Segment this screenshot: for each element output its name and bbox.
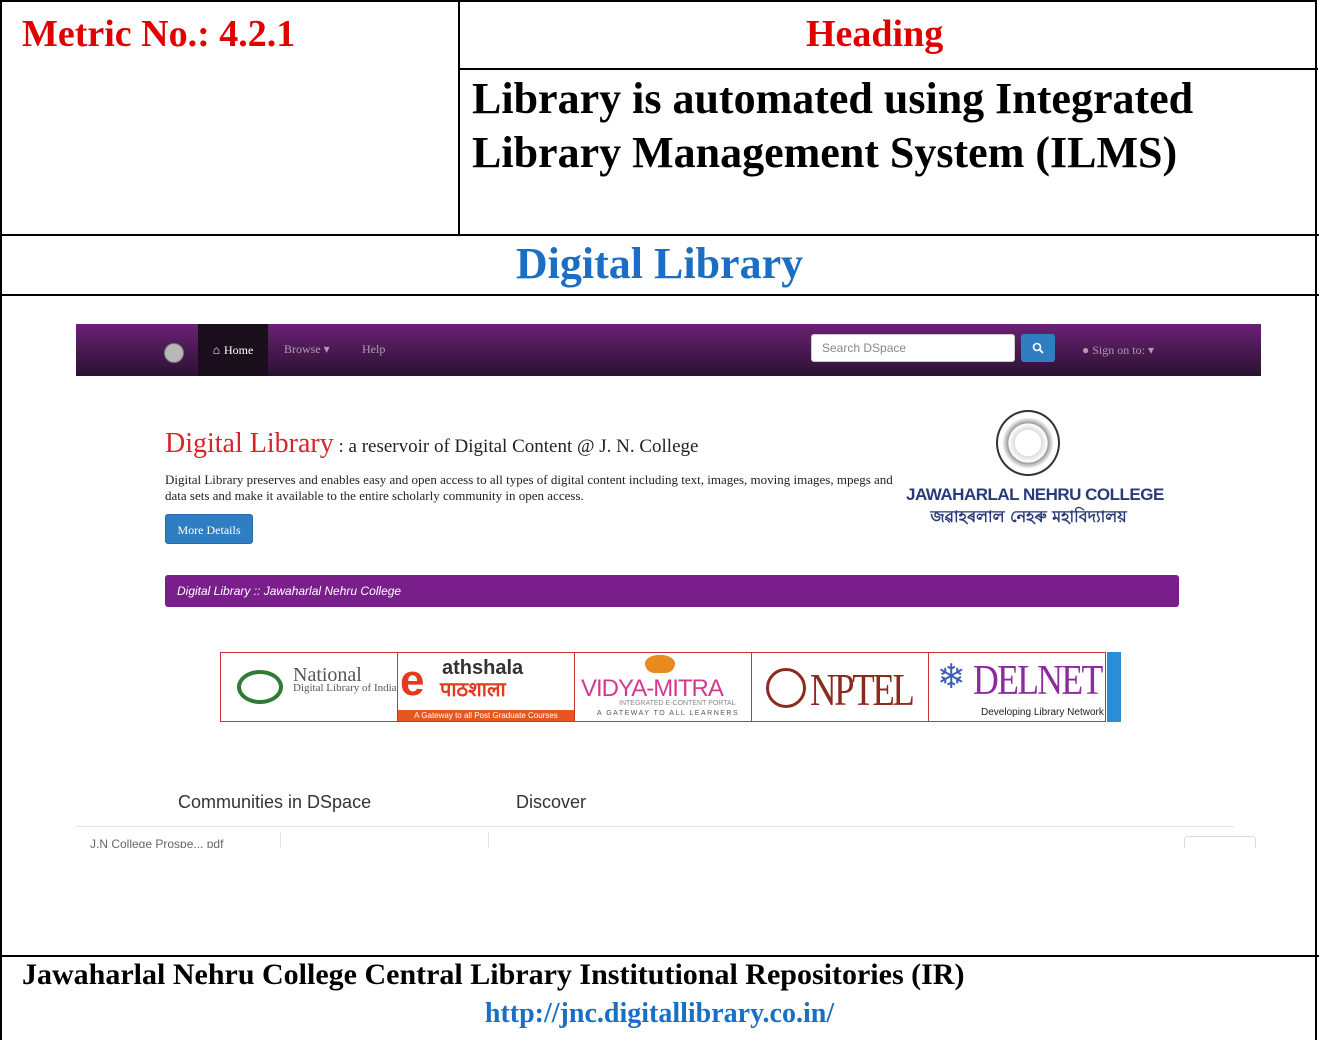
jumbotron-title-main: Digital Library — [165, 428, 334, 459]
delnet-banner[interactable]: ❄ DELNET Developing Library Network — [928, 652, 1106, 722]
vidya-mitra-name: VIDYA-MITRA — [581, 675, 724, 702]
section-divider — [76, 826, 1234, 827]
column-divider-left — [280, 832, 281, 848]
home-icon: ⌂ — [212, 342, 220, 357]
panel-button[interactable] — [1184, 836, 1256, 848]
heading-text: Library is automated using Integrated Li… — [472, 74, 1194, 177]
user-icon: ● — [1082, 343, 1090, 357]
jumbotron-title-sub: : a reservoir of Digital Content @ J. N.… — [333, 436, 699, 457]
section-title: Digital Library — [515, 239, 804, 288]
breadcrumb-bar: Digital Library :: Jawaharlal Nehru Coll… — [165, 575, 1179, 607]
communities-heading: Communities in DSpace — [178, 792, 372, 812]
footer-url[interactable]: http://jnc.digitallibrary.co.in/ — [0, 998, 1319, 1030]
ndl-name: National — [293, 664, 362, 686]
discover-heading: Discover — [516, 792, 587, 812]
column-divider — [458, 0, 460, 236]
website-screenshot: ⌂ Home Browse ▾ Help Search DSpace ● Sig… — [76, 318, 1261, 848]
nav-home-label: Home — [223, 342, 254, 357]
college-name-english: JAWAHARLAL NEHRU COLLEGE — [906, 485, 1164, 504]
search-input[interactable]: Search DSpace — [811, 334, 1015, 362]
epathshala-hindi: पाठशाला — [440, 677, 506, 701]
delnet-name: DELNET — [973, 658, 1103, 704]
metric-number: Metric No.: 4.2.1 — [22, 13, 296, 55]
chevron-down-icon: ▾ — [323, 342, 330, 356]
ndl-logo-icon — [237, 670, 283, 704]
nptel-banner[interactable]: NPTEL — [751, 652, 929, 722]
handshake-icon — [645, 655, 675, 673]
more-details-button[interactable]: More Details — [165, 514, 253, 544]
nav-home[interactable]: ⌂ Home — [198, 324, 268, 376]
ndl-banner[interactable]: National Digital Library of India — [220, 652, 398, 722]
navbar: ⌂ Home Browse ▾ Help Search DSpace ● Sig… — [76, 324, 1261, 376]
ndl-sub: Digital Library of India — [293, 682, 397, 694]
column-divider-right — [488, 832, 489, 848]
header-bottom-rule — [0, 234, 1319, 236]
nptel-name: NPTEL — [810, 664, 915, 715]
search-button[interactable] — [1021, 334, 1055, 362]
list-item[interactable]: J.N College Prospe... pdf — [90, 837, 223, 848]
college-seal-icon — [996, 410, 1060, 476]
search-icon — [1032, 342, 1044, 354]
college-name-bengali: জৱাহৰলাল নেহৰু মহাবিদ্যালয় — [930, 507, 1127, 526]
epathshala-e: e — [400, 656, 425, 705]
heading-underline — [458, 68, 1318, 70]
section-rule — [0, 294, 1319, 296]
vidya-mitra-sub1: INTEGRATED E-CONTENT PORTAL — [619, 700, 736, 707]
delnet-logo-icon: ❄ — [937, 659, 966, 696]
nptel-logo-icon — [766, 668, 806, 708]
sign-on-menu[interactable]: ● Sign on to: ▾ — [1082, 343, 1154, 358]
footer-rule — [0, 955, 1319, 957]
epathshala-banner[interactable]: e athshala पाठशाला A Gateway to all Post… — [397, 652, 575, 722]
nav-browse[interactable]: Browse ▾ — [284, 342, 330, 357]
delnet-sub: Developing Library Network — [981, 707, 1104, 718]
jumbotron-title: Digital Library : a reservoir of Digital… — [165, 428, 698, 460]
sign-on-label: Sign on to: — [1092, 343, 1145, 357]
vidya-mitra-sub2: A GATEWAY TO ALL LEARNERS — [597, 710, 740, 717]
jumbotron-text: Digital Library preserves and enables ea… — [165, 472, 893, 503]
chevron-down-icon: ▾ — [1147, 343, 1154, 357]
site-logo-icon[interactable] — [164, 343, 184, 363]
resource-banners: National Digital Library of India e aths… — [220, 652, 1125, 722]
heading-label: Heading — [806, 13, 944, 55]
footer-caption: Jawaharlal Nehru College Central Library… — [22, 958, 965, 991]
epathshala-tagline: A Gateway to all Post Graduate Courses — [398, 710, 574, 721]
nav-browse-label: Browse — [284, 342, 321, 356]
nav-help[interactable]: Help — [362, 342, 385, 357]
next-banner-edge[interactable] — [1107, 652, 1121, 722]
vidya-mitra-banner[interactable]: VIDYA-MITRA INTEGRATED E-CONTENT PORTAL … — [574, 652, 752, 722]
